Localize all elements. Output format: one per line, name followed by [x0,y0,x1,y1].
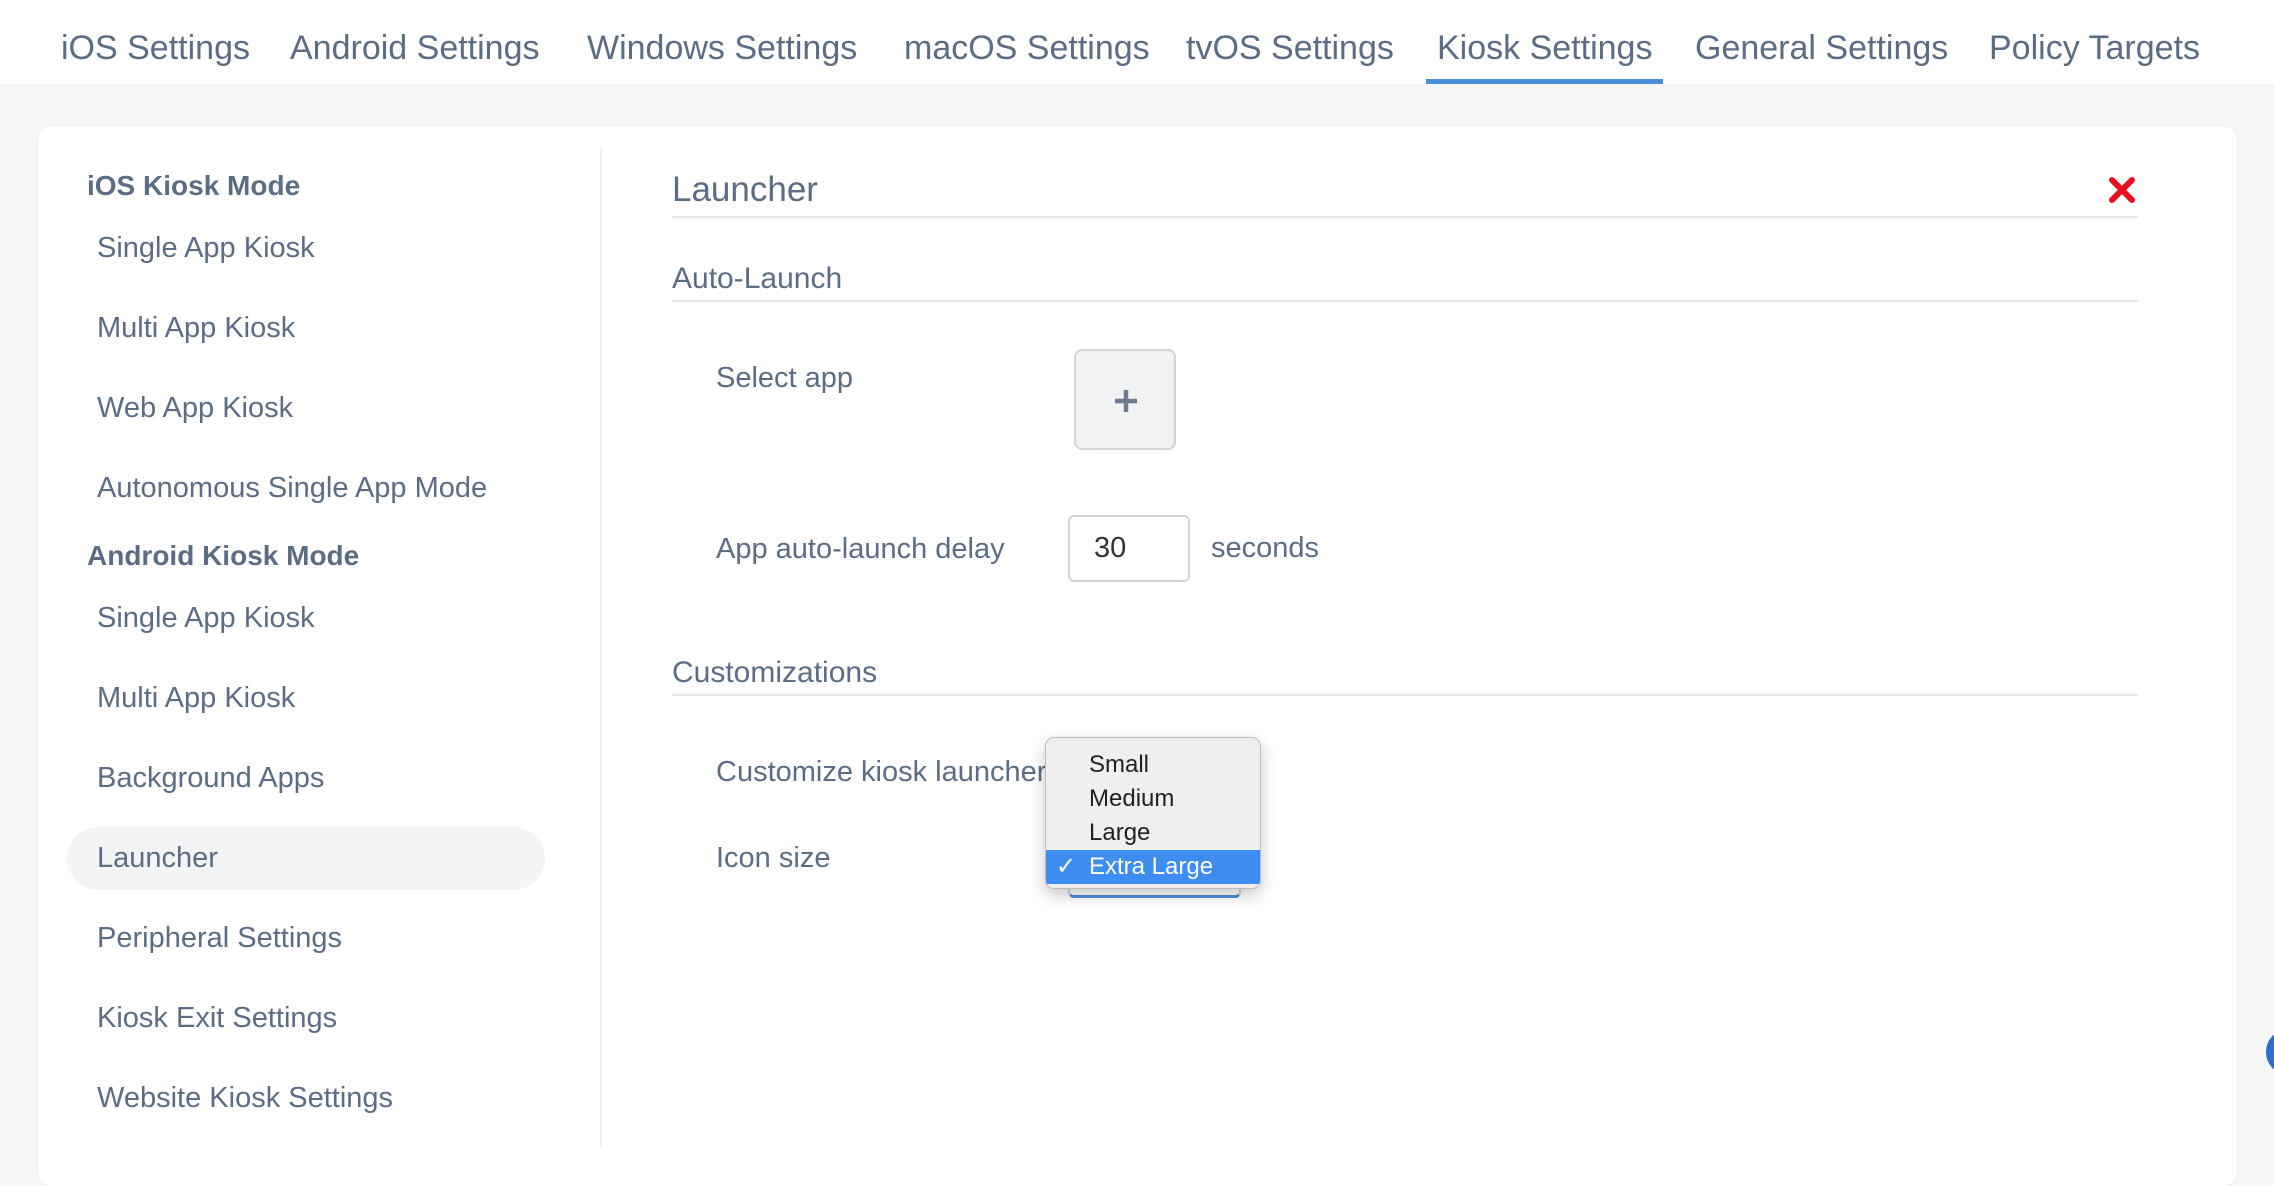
sidebar-item-website-kiosk-settings[interactable]: Website Kiosk Settings [97,1082,393,1115]
sidebar-item-android-single-app-kiosk[interactable]: Single App Kiosk [97,602,315,635]
sidebar-item-kiosk-exit-settings[interactable]: Kiosk Exit Settings [97,1002,337,1035]
icon-size-label: Icon size [716,842,831,874]
tab-ios-settings[interactable]: iOS Settings [61,22,250,84]
tab-tvos-settings[interactable]: tvOS Settings [1186,22,1394,84]
tab-android-settings[interactable]: Android Settings [290,22,540,84]
tab-policy-targets[interactable]: Policy Targets [1989,22,2200,84]
sidebar-item-background-apps[interactable]: Background Apps [97,762,324,795]
select-app-label: Select app [716,362,854,394]
customizations-heading: Customizations [672,656,878,689]
icon-size-option-extra-large-label: Extra Large [1089,853,1214,880]
icon-size-option-extra-large[interactable]: ✓ Extra Large [1046,850,1260,884]
sidebar-item-ios-web-app-kiosk[interactable]: Web App Kiosk [97,392,293,425]
checkmark-icon: ✓ [1056,853,1077,880]
customizations-divider [672,694,2138,696]
tab-windows-settings[interactable]: Windows Settings [587,22,857,84]
title-divider [672,216,2138,218]
sidebar-heading-ios-kiosk-mode: iOS Kiosk Mode [87,170,301,201]
sidebar-item-ios-autonomous-single-app-mode[interactable]: Autonomous Single App Mode [97,472,487,505]
auto-launch-delay-label: App auto-launch delay [716,533,1005,565]
customize-kiosk-launcher-label: Customize kiosk launcher [716,756,1047,788]
icon-size-dropdown-menu: Small Medium Large ✓ Extra Large [1045,737,1261,889]
sidebar-item-android-multi-app-kiosk[interactable]: Multi App Kiosk [97,682,295,715]
auto-launch-delay-input[interactable] [1068,515,1190,582]
add-app-button[interactable] [1074,349,1176,450]
sidebar-divider [600,146,602,1148]
help-chat-button[interactable] [2266,1030,2274,1074]
sidebar-item-launcher[interactable]: Launcher [97,842,218,875]
tab-general-settings[interactable]: General Settings [1695,22,1948,84]
sidebar-item-ios-multi-app-kiosk[interactable]: Multi App Kiosk [97,312,295,345]
settings-tab-bar: iOS Settings Android Settings Windows Se… [0,0,2274,84]
plus-icon [1115,390,1137,412]
icon-size-option-medium[interactable]: Medium [1046,782,1260,816]
auto-launch-divider [672,300,2138,302]
delay-unit-label: seconds [1211,532,1320,564]
auto-launch-heading: Auto-Launch [672,262,843,295]
page-title: Launcher [672,170,818,209]
tab-macos-settings[interactable]: macOS Settings [904,22,1150,84]
close-icon[interactable] [2108,176,2136,204]
kiosk-settings-card [38,126,2237,1186]
sidebar-item-ios-single-app-kiosk[interactable]: Single App Kiosk [97,232,315,265]
sidebar-heading-android-kiosk-mode: Android Kiosk Mode [87,540,360,571]
sidebar-item-peripheral-settings[interactable]: Peripheral Settings [97,922,342,955]
icon-size-option-small[interactable]: Small [1046,748,1260,782]
tab-kiosk-settings[interactable]: Kiosk Settings [1426,22,1664,84]
icon-size-option-large[interactable]: Large [1046,816,1260,850]
